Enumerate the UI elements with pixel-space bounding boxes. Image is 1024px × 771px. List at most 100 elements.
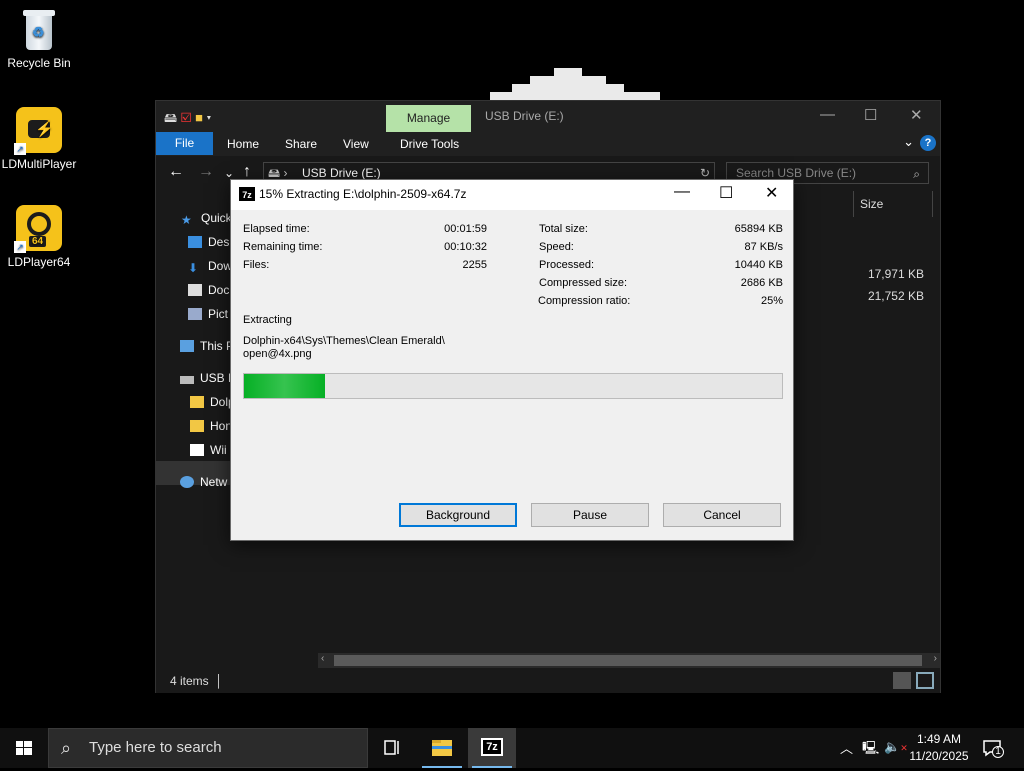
pictures-icon — [188, 308, 202, 320]
speed-label: Speed: — [539, 241, 574, 253]
current-file-path: Dolphin-x64\Sys\Themes\Clean Emerald\ — [243, 335, 445, 347]
maximize-icon[interactable]: ☐ — [719, 183, 733, 203]
archive-icon — [190, 444, 204, 456]
nav-item-pictures[interactable]: Pict — [188, 307, 228, 321]
file-size: 21,752 KB — [867, 289, 924, 303]
folder-icon — [432, 740, 452, 756]
clock-time: 1:49 AM — [916, 732, 962, 746]
desktop-icon-ldplayer64[interactable]: 64 ↗ LDPlayer64 — [0, 205, 78, 269]
forward-arrow-icon[interactable]: → — [198, 163, 214, 181]
extract-progress-dialog: 7z 15% Extracting E:\dolphin-2509-x64.7z… — [230, 179, 794, 541]
extracting-label: Extracting — [243, 314, 292, 326]
compression-ratio-value: 25% — [760, 295, 783, 307]
pause-button[interactable]: Pause — [531, 503, 649, 527]
system-clock[interactable]: 1:49 AM 11/20/2025 — [900, 731, 978, 765]
scrollbar-thumb[interactable] — [334, 655, 922, 666]
processed-value: 10440 KB — [734, 259, 783, 271]
7zip-icon: 7z — [239, 187, 255, 201]
status-bar: 4 items │ — [156, 669, 940, 693]
task-view-button[interactable] — [368, 728, 416, 768]
search-placeholder: Search USB Drive (E:) — [736, 166, 857, 180]
elapsed-time-value: 00:01:59 — [444, 223, 487, 235]
nav-item-network[interactable]: Netw — [180, 475, 227, 489]
network-icon[interactable]: 🖳 — [862, 739, 879, 761]
extract-progress-bar — [243, 373, 783, 399]
tab-view[interactable]: View — [343, 137, 369, 151]
7zip-icon: 7z — [481, 738, 503, 756]
scroll-right-icon[interactable]: › — [934, 653, 937, 664]
maximize-icon[interactable]: ☐ — [864, 106, 877, 124]
total-size-value: 65894 KB — [734, 223, 783, 235]
compressed-size-label: Compressed size: — [539, 277, 628, 289]
document-icon — [188, 284, 202, 296]
nav-item-desktop[interactable]: Desl — [188, 235, 232, 249]
notification-count: 1 — [992, 746, 1004, 758]
show-hidden-icons-chevron-icon[interactable]: ︿ — [840, 738, 853, 757]
nav-item-quick-access[interactable]: ★ Quick — [181, 211, 232, 227]
folder-icon — [190, 396, 204, 408]
dialog-title: 15% Extracting E:\dolphin-2509-x64.7z — [259, 187, 467, 201]
recycle-bin-icon: ♻ — [21, 8, 57, 52]
star-icon: ★ — [181, 213, 192, 227]
windows-logo-icon — [16, 741, 32, 755]
current-file-name: open@4x.png — [243, 348, 312, 360]
large-icons-view-icon[interactable] — [916, 672, 934, 689]
files-label: Files: — [243, 259, 270, 271]
taskbar-search-placeholder: Type here to search — [89, 739, 222, 756]
ldplayer64-icon: 64 ↗ — [14, 205, 62, 253]
quick-access-toolbar[interactable]: 🖴 ☑ ■ ▾ — [164, 109, 211, 131]
nav-item-dolphin-folder[interactable]: Dolp — [190, 395, 235, 409]
desktop-folder-icon — [188, 236, 202, 248]
nav-item-downloads[interactable]: ⬇ Dow — [188, 259, 232, 275]
elapsed-time-label: Elapsed time: — [243, 223, 310, 235]
tab-home[interactable]: Home — [227, 137, 259, 151]
tab-drive-tools[interactable]: Drive Tools — [400, 137, 459, 151]
background-button[interactable]: Background — [399, 503, 517, 527]
taskbar: ⌕ Type here to search 7z ︿ 🖳 🔈✕ 1:49 AM … — [0, 728, 1024, 768]
nav-item-this-pc[interactable]: This P — [180, 339, 234, 353]
tab-manage[interactable]: Manage — [386, 105, 471, 132]
progress-fill — [244, 374, 325, 398]
minimize-icon[interactable]: — — [820, 106, 835, 123]
clock-date: 11/20/2025 — [909, 749, 969, 763]
help-icon[interactable]: ? — [920, 135, 936, 151]
total-size-label: Total size: — [539, 223, 588, 235]
minimize-icon[interactable]: — — [674, 183, 690, 201]
close-icon[interactable]: ✕ — [765, 183, 778, 203]
scroll-left-icon[interactable]: ‹ — [321, 653, 324, 664]
remaining-time-label: Remaining time: — [243, 241, 323, 253]
taskbar-file-explorer[interactable] — [418, 728, 466, 768]
nav-item-usb-drive[interactable]: USB D — [180, 371, 237, 385]
chevron-down-icon[interactable]: ⌄ — [903, 134, 914, 150]
back-arrow-icon[interactable]: ← — [168, 163, 184, 181]
wallpaper-pixel-art — [490, 68, 660, 102]
start-button[interactable] — [0, 728, 48, 768]
column-header-size[interactable]: Size — [853, 191, 933, 217]
processed-label: Processed: — [539, 259, 595, 271]
remaining-time-value: 00:10:32 — [444, 241, 487, 253]
taskbar-search-input[interactable]: ⌕ Type here to search — [48, 728, 368, 768]
nav-item-wii[interactable]: Wii — [190, 443, 227, 457]
compressed-size-value: 2686 KB — [740, 277, 783, 289]
details-view-icon[interactable] — [893, 672, 911, 689]
desktop-icon-label: Recycle Bin — [7, 56, 71, 70]
desktop-icon-recycle-bin[interactable]: ♻ Recycle Bin — [0, 8, 78, 70]
address-text: USB Drive (E:) — [302, 166, 381, 180]
nav-item-homebrew-folder[interactable]: Hon — [190, 419, 232, 433]
nav-item-documents[interactable]: Docu — [188, 283, 236, 297]
close-icon[interactable]: ✕ — [910, 106, 923, 124]
recent-chevron-icon[interactable]: ⌄ — [224, 166, 234, 180]
item-count: 4 items │ — [170, 674, 223, 688]
explorer-titlebar: 🖴 ☑ ■ ▾ Manage USB Drive (E:) — ☐ ✕ — [156, 101, 940, 132]
folder-icon — [190, 420, 204, 432]
cancel-button[interactable]: Cancel — [663, 503, 781, 527]
tab-share[interactable]: Share — [285, 137, 317, 151]
desktop-icon-ldmultiplayer[interactable]: ⚡ ↗ LDMultiPlayer — [0, 107, 78, 171]
horizontal-scrollbar[interactable]: ‹ › — [318, 653, 940, 668]
notification-center-button[interactable]: 1 — [982, 738, 1004, 758]
tab-file[interactable]: File — [156, 132, 213, 155]
ribbon-tabs: File Home Share View Drive Tools ⌄ ? — [156, 132, 940, 156]
taskbar-7zip[interactable]: 7z — [468, 728, 516, 768]
network-icon — [180, 476, 194, 488]
explorer-title: USB Drive (E:) — [485, 109, 564, 123]
